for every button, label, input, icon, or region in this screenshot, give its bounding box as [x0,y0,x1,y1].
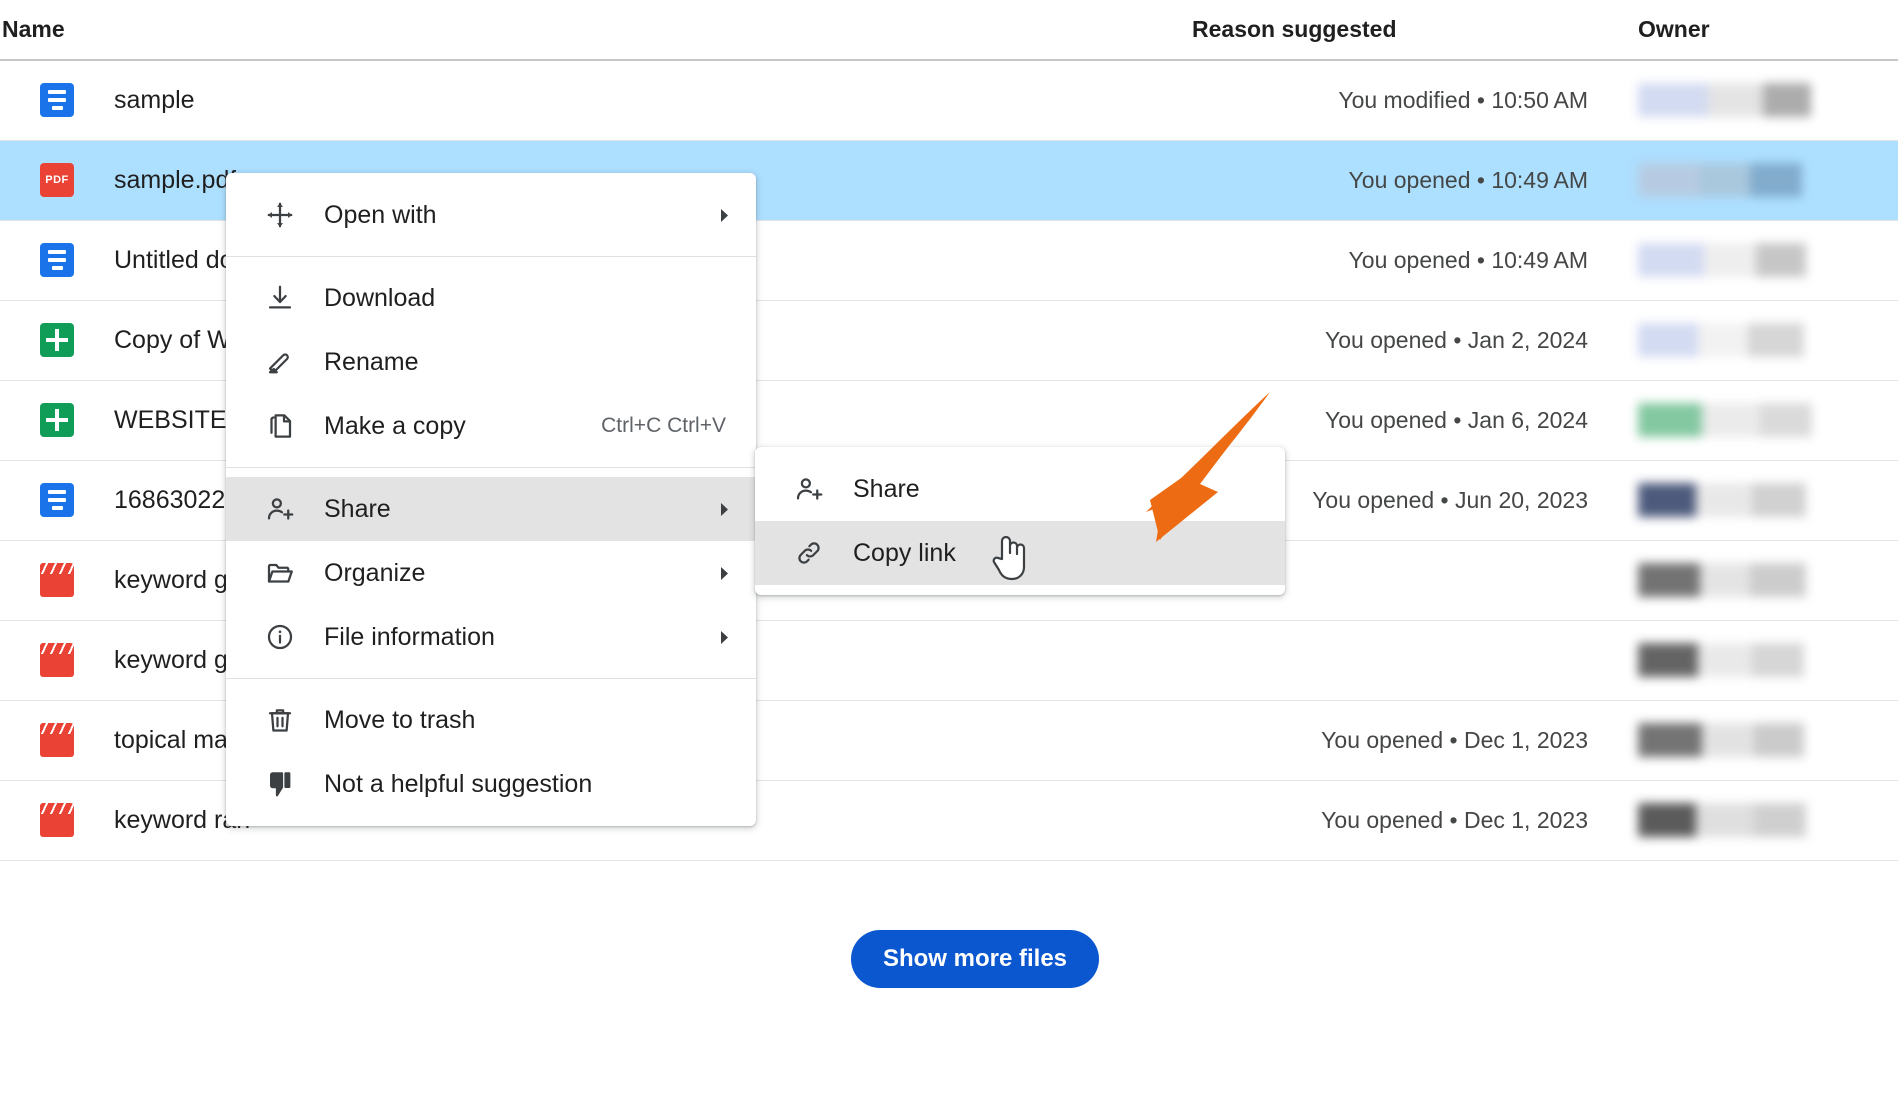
chevron-right-icon [720,630,728,644]
video-icon [40,643,74,677]
owner-avatar-blurred [1638,483,1828,517]
open-with-icon [258,200,302,230]
sheets-icon [40,403,74,437]
cell-owner [1600,540,1898,620]
menu-item-copy-link[interactable]: Copy link [755,521,1285,585]
table-header: Name Reason suggested Owner [0,0,1898,61]
menu-item-label: Make a copy [324,411,466,440]
owner-avatar-blurred [1638,323,1828,357]
table-row[interactable]: sample You modified • 10:50 AM [0,60,1898,140]
menu-item-label: Download [324,283,436,312]
rename-icon [258,347,302,377]
file-name-label: sample [114,85,195,114]
menu-item-open-with[interactable]: Open with [226,183,756,247]
column-header-owner[interactable]: Owner [1600,0,1898,61]
cell-reason-suggested: You opened • Jan 2, 2024 [1325,326,1588,353]
cell-name[interactable]: sample [0,60,1180,140]
chevron-right-icon [714,629,734,646]
chevron-right-icon [714,565,734,582]
cell-owner [1600,60,1898,140]
file-context-menu[interactable]: Open with Download Rename Make a copy Ctrl+C… [226,173,756,826]
cell-owner [1600,220,1898,300]
share-icon [258,494,302,524]
chevron-right-icon [714,207,734,224]
organize-icon [258,558,302,588]
column-header-reason[interactable]: Reason suggested [1180,0,1600,61]
menu-separator [226,256,756,257]
menu-item-rename[interactable]: Rename [226,330,756,394]
video-icon [40,563,74,597]
share-submenu[interactable]: Share Copy link [755,447,1285,595]
menu-item-label: Open with [324,200,437,229]
file-name-label: sample.pdf [114,165,237,194]
sheets-icon [40,323,74,357]
chevron-right-icon [720,208,728,222]
show-more-files-button[interactable]: Show more files [851,930,1099,988]
cell-owner [1600,780,1898,860]
menu-item-not-a-helpful-suggestion[interactable]: Not a helpful suggestion [226,752,756,816]
cell-reason-suggested: You opened • 10:49 AM [1348,246,1588,273]
owner-avatar-blurred [1638,563,1828,597]
cell-owner [1600,140,1898,220]
owner-avatar-blurred [1638,243,1828,277]
menu-item-make-a-copy[interactable]: Make a copy Ctrl+C Ctrl+V [226,394,756,458]
menu-separator [226,678,756,679]
menu-item-label: Share [853,474,920,503]
cell-owner [1600,700,1898,780]
owner-avatar-blurred [1638,803,1828,837]
menu-item-label: Organize [324,558,426,587]
owner-avatar-blurred [1638,163,1828,197]
cell-owner [1600,300,1898,380]
chevron-right-icon [720,502,728,516]
cell-reason-suggested [1180,620,1600,700]
menu-item-share[interactable]: Share [755,457,1285,521]
menu-item-shortcut: Ctrl+C Ctrl+V [601,414,726,437]
file-information-icon [258,622,302,652]
docs-icon [40,83,74,118]
make-copy-icon [258,411,302,441]
menu-item-label: Rename [324,347,419,376]
menu-item-label: Copy link [853,538,956,567]
thumb-down-icon [258,769,302,799]
trash-icon [258,705,302,735]
download-icon [258,283,302,313]
drive-suggested-files-screen: Name Reason suggested Owner sample You mo… [0,0,1898,1104]
chevron-right-icon [720,566,728,580]
cell-owner [1600,620,1898,700]
file-name-label: topical map [114,725,242,754]
chevron-right-icon [714,501,734,518]
owner-avatar-blurred [1638,723,1828,757]
menu-item-label: Move to trash [324,705,476,734]
cell-owner [1600,460,1898,540]
cell-owner [1600,380,1898,460]
cell-reason-suggested: You opened • Dec 1, 2023 [1321,806,1588,833]
column-header-name[interactable]: Name [0,0,1180,61]
cell-reason-suggested: You modified • 10:50 AM [1338,86,1588,113]
docs-icon [40,243,74,277]
share-icon [787,474,831,504]
docs-icon [40,483,74,517]
menu-item-label: Share [324,494,391,523]
video-icon [40,803,74,837]
copy-link-icon [787,538,831,568]
owner-avatar-blurred [1638,83,1828,118]
pdf-icon: PDF [40,163,74,197]
cell-reason-suggested: You opened • Dec 1, 2023 [1321,726,1588,753]
menu-item-organize[interactable]: Organize [226,541,756,605]
owner-avatar-blurred [1638,643,1828,677]
video-icon [40,723,74,757]
menu-item-download[interactable]: Download [226,266,756,330]
menu-item-file-information[interactable]: File information [226,605,756,669]
menu-separator [226,467,756,468]
menu-item-label: Not a helpful suggestion [324,769,593,798]
menu-item-share[interactable]: Share [226,477,756,541]
owner-avatar-blurred [1638,403,1828,437]
menu-item-label: File information [324,622,495,651]
cell-reason-suggested: You opened • 10:49 AM [1348,166,1588,193]
menu-item-move-to-trash[interactable]: Move to trash [226,688,756,752]
